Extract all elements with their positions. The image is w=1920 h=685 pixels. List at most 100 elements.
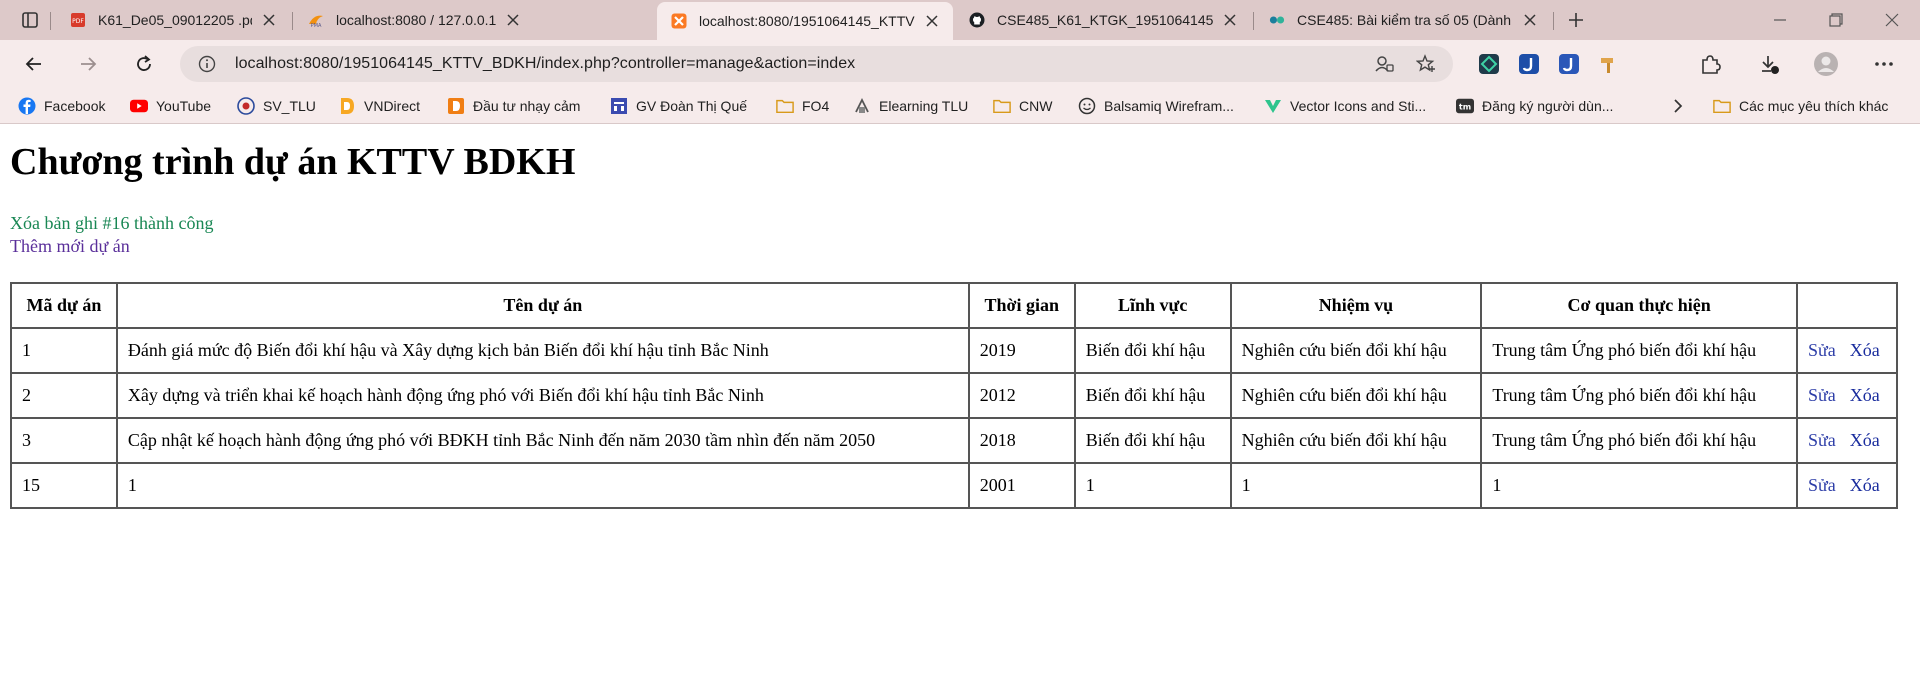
bookmark-balsamiq[interactable]: Balsamiq Wirefram... <box>1078 94 1234 118</box>
cell-year: 2019 <box>967 327 1076 374</box>
extension-j2-icon[interactable] <box>1553 48 1585 80</box>
table-row: 3 Cập nhật kế hoạch hành động ứng phó vớ… <box>10 417 1899 464</box>
header-name: Tên dự án <box>115 282 970 329</box>
browser-toolbar: localhost:8080/1951064145_KTTV_BDKH/inde… <box>0 40 1920 88</box>
close-icon[interactable] <box>1519 9 1541 31</box>
bookmark-elearning[interactable]: Elearning TLU <box>853 94 968 118</box>
tab-actions-icon[interactable] <box>10 0 50 40</box>
github-icon <box>969 12 985 28</box>
table-header-row: Mã dự án Tên dự án Thời gian Lĩnh vực Nh… <box>10 282 1899 329</box>
bookmarks-overflow-chevron-icon[interactable] <box>1672 94 1684 118</box>
cell-field: Biến đổi khí hậu <box>1073 372 1232 419</box>
pdf-icon: PDF <box>70 12 86 28</box>
phpmyadmin-icon: PMA <box>308 12 324 28</box>
header-field: Lĩnh vực <box>1073 282 1232 329</box>
bookmark-label: GV Đoàn Thị Quế <box>636 98 748 114</box>
favorites-star-icon[interactable] <box>1415 54 1436 78</box>
bookmark-youtube[interactable]: YouTube <box>130 94 211 118</box>
tab-github[interactable]: CSE485_K61_KTGK_1951064145/ <box>955 0 1251 40</box>
back-icon[interactable] <box>16 46 52 82</box>
edit-link[interactable]: Sửa <box>1808 340 1836 360</box>
tab-title: K61_De05_09012205 .pdf <box>98 12 252 28</box>
add-project-link[interactable]: Thêm mới dự án <box>10 236 130 257</box>
edit-link[interactable]: Sửa <box>1808 430 1836 450</box>
header-year: Thời gian <box>967 282 1076 329</box>
xampp-icon <box>671 13 687 29</box>
tab-title: CSE485_K61_KTGK_1951064145/ <box>997 12 1213 28</box>
bookmarks-bar: Facebook YouTube SV_TLU VNDirect Đầu tư … <box>0 88 1920 203</box>
tm-icon: tm <box>1456 97 1474 115</box>
new-tab-icon[interactable] <box>1556 0 1596 40</box>
tab-divider <box>1253 12 1254 30</box>
edit-link[interactable]: Sửa <box>1808 475 1836 495</box>
extension-hammer-icon[interactable] <box>1593 48 1625 80</box>
close-window-icon[interactable] <box>1864 0 1920 40</box>
cell-agency: Trung tâm Ứng phó biến đổi khí hậu <box>1480 372 1798 419</box>
header-actions <box>1795 282 1899 329</box>
close-icon[interactable] <box>921 10 943 32</box>
site-info-icon[interactable] <box>198 55 216 77</box>
delete-link[interactable]: Xóa <box>1850 430 1880 450</box>
close-icon[interactable] <box>502 9 524 31</box>
tab-divider <box>1553 12 1554 30</box>
downloads-icon[interactable] <box>1753 48 1785 80</box>
extensions-puzzle-icon[interactable] <box>1694 48 1726 80</box>
cell-name: Đánh giá mức độ Biến đổi khí hậu và Xây … <box>115 327 970 374</box>
delete-link[interactable]: Xóa <box>1850 385 1880 405</box>
bookmark-cnw[interactable]: CNW <box>993 94 1052 118</box>
read-aloud-icon[interactable] <box>1374 54 1394 78</box>
bookmark-other-favorites[interactable]: Các mục yêu thích khác <box>1713 94 1888 118</box>
tab-title: localhost:8080/1951064145_KTTV <box>699 13 915 29</box>
reload-icon[interactable] <box>126 46 162 82</box>
bookmark-label: Đăng ký người dùn... <box>1482 98 1614 114</box>
delete-link[interactable]: Xóa <box>1850 475 1880 495</box>
forward-icon[interactable] <box>70 46 106 82</box>
bookmark-vndirect[interactable]: VNDirect <box>338 94 420 118</box>
delete-link[interactable]: Xóa <box>1850 340 1880 360</box>
tlu-icon <box>237 97 255 115</box>
tab-pdf[interactable]: PDF K61_De05_09012205 .pdf <box>56 0 290 40</box>
bookmark-fo4[interactable]: FO4 <box>776 94 829 118</box>
tab-kttv-active[interactable]: localhost:8080/1951064145_KTTV <box>657 2 953 40</box>
extension-j-icon[interactable] <box>1513 48 1545 80</box>
address-bar[interactable]: localhost:8080/1951064145_KTTV_BDKH/inde… <box>180 46 1453 82</box>
cell-id: 2 <box>10 372 118 419</box>
cell-agency: 1 <box>1480 462 1798 509</box>
bookmark-dau-tu[interactable]: Đầu tư nhạy cảm <box>447 94 580 118</box>
tab-divider <box>50 12 51 30</box>
cell-agency: Trung tâm Ứng phó biến đổi khí hậu <box>1480 417 1798 464</box>
projects-table: Mã dự án Tên dự án Thời gian Lĩnh vực Nh… <box>10 282 1899 509</box>
page-title: Chương trình dự án KTTV BDKH <box>10 141 576 183</box>
table-row: 15 1 2001 1 1 1 Sửa Xóa <box>10 462 1899 509</box>
bookmark-vector-icons[interactable]: Vector Icons and Sti... <box>1264 94 1426 118</box>
close-icon[interactable] <box>1219 9 1241 31</box>
bookmark-label: CNW <box>1019 98 1053 114</box>
tab-course[interactable]: CSE485: Bài kiểm tra số 05 (Dành <box>1255 0 1551 40</box>
close-icon[interactable] <box>258 9 280 31</box>
tab-phpmyadmin[interactable]: PMA localhost:8080 / 127.0.0.1 / 1951 <box>294 0 534 40</box>
restore-icon[interactable] <box>1808 0 1864 40</box>
cell-task: Nghiên cứu biến đổi khí hậu <box>1229 372 1483 419</box>
bookmark-gv-que[interactable]: GV Đoàn Thị Quế <box>610 94 747 118</box>
extension-green-icon[interactable] <box>1473 48 1505 80</box>
bookmark-label: SV_TLU <box>263 98 316 114</box>
profile-avatar-icon[interactable] <box>1810 48 1842 80</box>
bookmark-dang-ky[interactable]: tm Đăng ký người dùn... <box>1456 94 1613 118</box>
bookmark-label: YouTube <box>156 98 212 114</box>
tab-strip: PDF K61_De05_09012205 .pdf PMA localhost… <box>0 0 1920 40</box>
address-url[interactable]: localhost:8080/1951064145_KTTV_BDKH/inde… <box>235 55 855 73</box>
edit-link[interactable]: Sửa <box>1808 385 1836 405</box>
youtube-icon <box>130 97 148 115</box>
minimize-icon[interactable] <box>1752 0 1808 40</box>
cell-field: Biến đổi khí hậu <box>1073 327 1232 374</box>
more-menu-icon[interactable] <box>1868 48 1900 80</box>
bookmark-label: Facebook <box>44 98 106 114</box>
header-agency: Cơ quan thực hiện <box>1480 282 1798 329</box>
cell-actions: Sửa Xóa <box>1795 372 1899 419</box>
tab-title: CSE485: Bài kiểm tra số 05 (Dành <box>1297 12 1511 28</box>
bookmark-facebook[interactable]: Facebook <box>18 94 105 118</box>
cell-name: 1 <box>115 462 970 509</box>
facebook-icon <box>18 97 36 115</box>
bookmark-sv-tlu[interactable]: SV_TLU <box>237 94 316 118</box>
cell-field: Biến đổi khí hậu <box>1073 417 1232 464</box>
